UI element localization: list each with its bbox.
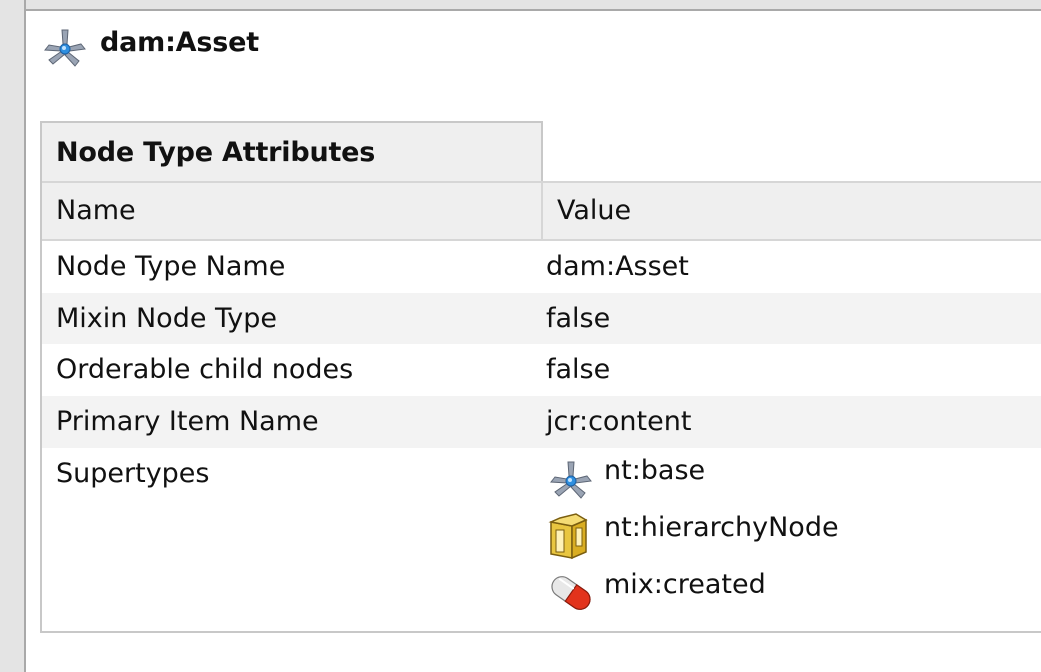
row-value: false (546, 354, 611, 385)
left-gutter (0, 0, 26, 672)
supertype-label[interactable]: mix:created (604, 569, 766, 600)
row-name: Primary Item Name (56, 406, 319, 437)
row-name: Supertypes (56, 458, 210, 489)
node-type-view: dam:Asset Node Type Attributes Name Valu… (0, 0, 1041, 672)
row-value: dam:Asset (546, 251, 689, 282)
folder-icon (546, 510, 596, 560)
nodetype-icon (546, 453, 596, 503)
supertype-item[interactable]: mix:created (546, 567, 766, 617)
page-header: dam:Asset (40, 26, 259, 68)
node-type-attributes-table: Node Type Attributes Name Value Node Typ… (40, 121, 1041, 633)
column-header-name[interactable]: Name (42, 183, 543, 239)
row-name: Orderable child nodes (56, 354, 354, 385)
supertype-label[interactable]: nt:base (604, 455, 705, 486)
supertype-item[interactable]: nt:base (546, 453, 705, 503)
page-title: dam:Asset (100, 26, 259, 58)
table-row: Node Type Name dam:Asset (42, 241, 1041, 293)
table-row: Orderable child nodes false (42, 344, 1041, 396)
column-header-row: Name Value (42, 181, 1041, 241)
supertype-item[interactable]: nt:hierarchyNode (546, 510, 839, 560)
row-value: false (546, 303, 611, 334)
pill-icon (546, 567, 596, 617)
row-name: Mixin Node Type (56, 303, 278, 334)
nodetype-icon (40, 23, 90, 73)
table-row: Mixin Node Type false (42, 293, 1041, 344)
supertype-label[interactable]: nt:hierarchyNode (604, 512, 839, 543)
row-value: jcr:content (546, 406, 692, 437)
top-border (26, 9, 1041, 11)
top-strip (26, 0, 1041, 9)
table-row: Primary Item Name jcr:content (42, 396, 1041, 448)
table-row: Supertypes nt:base nt:hierarchyNode mix:… (42, 448, 1041, 631)
table-caption: Node Type Attributes (42, 121, 543, 183)
column-header-value[interactable]: Value (557, 183, 631, 239)
row-name: Node Type Name (56, 251, 286, 282)
